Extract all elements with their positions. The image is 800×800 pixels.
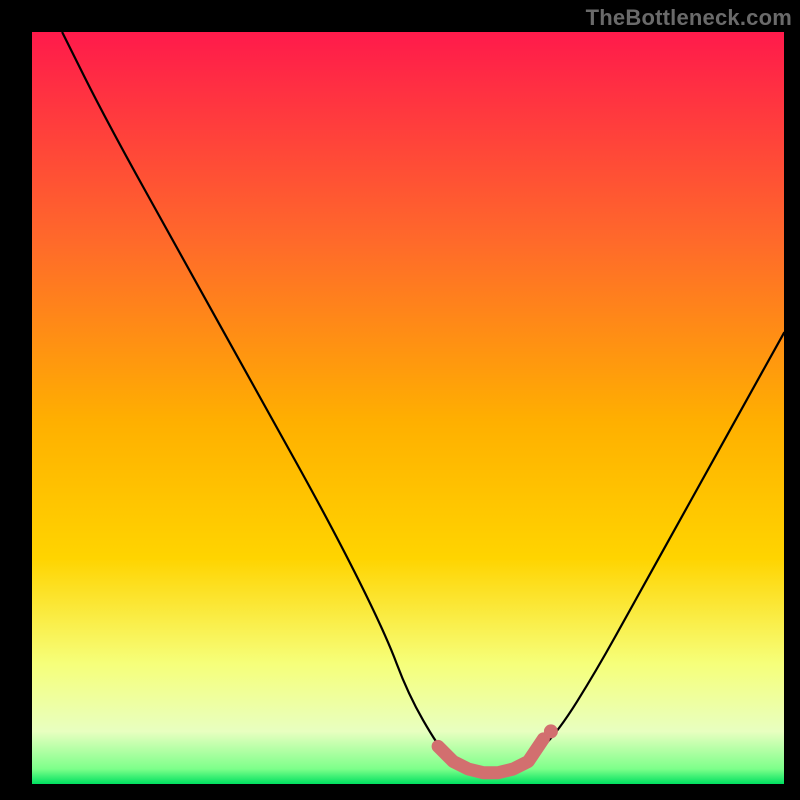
plot-area — [32, 32, 784, 784]
chart-frame: TheBottleneck.com — [0, 0, 800, 800]
gradient-background — [32, 32, 784, 784]
highlight-end-dot — [544, 724, 558, 738]
watermark-text: TheBottleneck.com — [586, 5, 792, 31]
chart-svg — [32, 32, 784, 784]
